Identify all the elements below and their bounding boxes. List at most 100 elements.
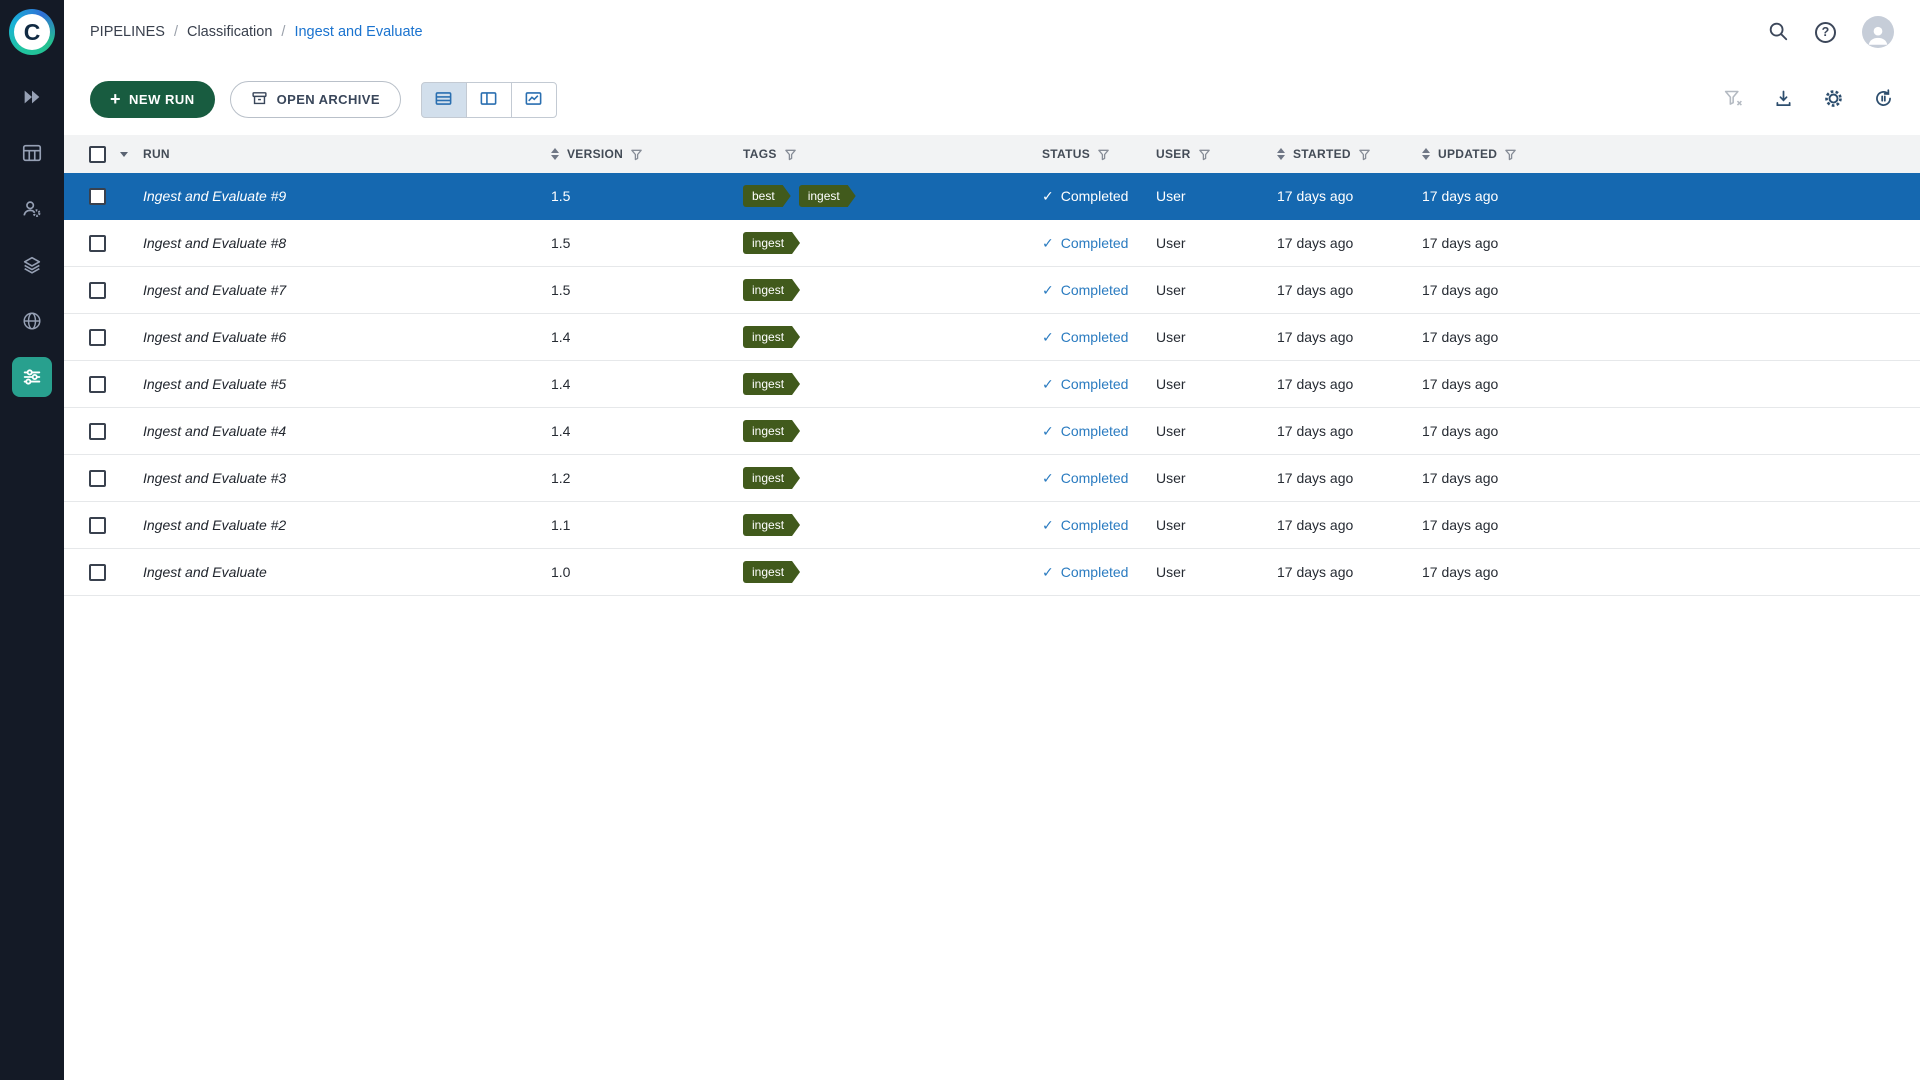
row-checkbox[interactable] (89, 329, 106, 346)
filter-icon[interactable] (1097, 148, 1110, 161)
clear-filters-icon (1723, 88, 1744, 112)
download-button[interactable] (1773, 88, 1794, 112)
help-button[interactable]: ? (1815, 22, 1836, 43)
select-all-checkbox[interactable] (89, 146, 106, 163)
topbar: PIPELINES / Classification / Ingest and … (64, 0, 1920, 64)
sidebar-item-pipelines[interactable] (12, 357, 52, 397)
clear-filters-button[interactable] (1723, 88, 1744, 112)
run-name[interactable]: Ingest and Evaluate #3 (143, 470, 286, 486)
breadcrumb-pipelines[interactable]: PIPELINES (90, 24, 165, 40)
row-checkbox-cell (89, 564, 143, 581)
version-header-label: VERSION (567, 147, 623, 161)
check-icon: ✓ (1042, 423, 1054, 440)
filter-icon[interactable] (1198, 148, 1211, 161)
table-view-toggle[interactable] (421, 82, 467, 118)
status-text: Completed (1061, 517, 1129, 533)
tag-ingest: ingest (743, 561, 800, 583)
table-row[interactable]: Ingest and Evaluate #8 1.5 ingest ✓ Comp… (64, 220, 1920, 267)
row-checkbox[interactable] (89, 376, 106, 393)
run-header-label: RUN (143, 147, 170, 161)
table-row[interactable]: Ingest and Evaluate 1.0 ingest ✓ Complet… (64, 549, 1920, 596)
globe-icon (21, 310, 43, 332)
column-header-status[interactable]: STATUS (1042, 147, 1156, 161)
row-checkbox[interactable] (89, 470, 106, 487)
column-header-tags[interactable]: TAGS (743, 147, 1042, 161)
open-archive-button[interactable]: OPEN ARCHIVE (230, 81, 401, 118)
sidebar-item-workers[interactable] (12, 189, 52, 229)
run-user: User (1156, 470, 1277, 486)
run-version: 1.5 (551, 235, 743, 251)
run-name-cell: Ingest and Evaluate #9 (143, 188, 551, 204)
sort-icon[interactable] (551, 148, 559, 160)
filter-icon[interactable] (784, 148, 797, 161)
run-updated: 17 days ago (1422, 517, 1920, 533)
clearml-logo[interactable]: C (9, 9, 55, 55)
table-grid-icon (21, 142, 43, 164)
sidebar-item-hyperdatasets[interactable] (12, 301, 52, 341)
auto-refresh-button[interactable] (1873, 88, 1894, 112)
open-archive-label: OPEN ARCHIVE (277, 92, 380, 107)
breadcrumb-project[interactable]: Classification (187, 24, 272, 40)
row-checkbox[interactable] (89, 188, 106, 205)
user-header-label: USER (1156, 147, 1191, 161)
run-name[interactable]: Ingest and Evaluate #4 (143, 423, 286, 439)
row-checkbox[interactable] (89, 282, 106, 299)
run-tags: ingest (743, 420, 1042, 442)
sort-icon[interactable] (1277, 148, 1285, 160)
column-header-updated[interactable]: UPDATED (1422, 147, 1920, 161)
sidebar-item-reports[interactable] (12, 133, 52, 173)
table-row[interactable]: Ingest and Evaluate #7 1.5 ingest ✓ Comp… (64, 267, 1920, 314)
run-name[interactable]: Ingest and Evaluate #2 (143, 517, 286, 533)
column-header-started[interactable]: STARTED (1277, 147, 1422, 161)
row-checkbox[interactable] (89, 235, 106, 252)
status-text: Completed (1061, 564, 1129, 580)
run-tags: ingest (743, 326, 1042, 348)
chart-view-toggle[interactable] (511, 82, 557, 118)
run-updated: 17 days ago (1422, 564, 1920, 580)
filter-icon[interactable] (1358, 148, 1371, 161)
run-name[interactable]: Ingest and Evaluate #6 (143, 329, 286, 345)
new-run-label: NEW RUN (129, 92, 195, 107)
run-name[interactable]: Ingest and Evaluate #8 (143, 235, 286, 251)
column-header-version[interactable]: VERSION (551, 147, 743, 161)
run-updated: 17 days ago (1422, 470, 1920, 486)
filter-icon[interactable] (630, 148, 643, 161)
run-name[interactable]: Ingest and Evaluate #9 (143, 188, 286, 204)
settings-button[interactable] (1823, 88, 1844, 112)
sort-icon[interactable] (1422, 148, 1430, 160)
table-row[interactable]: Ingest and Evaluate #9 1.5 bestingest ✓ … (64, 173, 1920, 220)
run-version: 1.5 (551, 188, 743, 204)
row-checkbox[interactable] (89, 423, 106, 440)
table-row[interactable]: Ingest and Evaluate #2 1.1 ingest ✓ Comp… (64, 502, 1920, 549)
breadcrumb-separator: / (174, 24, 178, 40)
sidebar-item-projects[interactable] (12, 77, 52, 117)
run-name[interactable]: Ingest and Evaluate #7 (143, 282, 286, 298)
run-started: 17 days ago (1277, 517, 1422, 533)
split-view-toggle[interactable] (466, 82, 512, 118)
row-checkbox[interactable] (89, 564, 106, 581)
status-text: Completed (1061, 329, 1129, 345)
select-dropdown-caret-icon[interactable] (120, 152, 128, 157)
column-header-user[interactable]: USER (1156, 147, 1277, 161)
run-user: User (1156, 564, 1277, 580)
table-row[interactable]: Ingest and Evaluate #3 1.2 ingest ✓ Comp… (64, 455, 1920, 502)
column-header-run[interactable]: RUN (143, 147, 551, 161)
table-row[interactable]: Ingest and Evaluate #4 1.4 ingest ✓ Comp… (64, 408, 1920, 455)
user-menu-button[interactable] (1862, 16, 1894, 48)
row-checkbox[interactable] (89, 517, 106, 534)
filter-icon[interactable] (1504, 148, 1517, 161)
started-header-label: STARTED (1293, 147, 1351, 161)
view-toggle-group (421, 82, 557, 118)
run-name[interactable]: Ingest and Evaluate #5 (143, 376, 286, 392)
run-status: ✓ Completed (1042, 235, 1156, 252)
sidebar-item-datasets[interactable] (12, 245, 52, 285)
run-name[interactable]: Ingest and Evaluate (143, 564, 267, 580)
table-row[interactable]: Ingest and Evaluate #5 1.4 ingest ✓ Comp… (64, 361, 1920, 408)
run-version: 1.4 (551, 423, 743, 439)
search-button[interactable] (1767, 20, 1789, 45)
table-row[interactable]: Ingest and Evaluate #6 1.4 ingest ✓ Comp… (64, 314, 1920, 361)
run-started: 17 days ago (1277, 470, 1422, 486)
run-user: User (1156, 376, 1277, 392)
new-run-button[interactable]: + NEW RUN (90, 81, 215, 118)
status-text: Completed (1061, 188, 1129, 204)
